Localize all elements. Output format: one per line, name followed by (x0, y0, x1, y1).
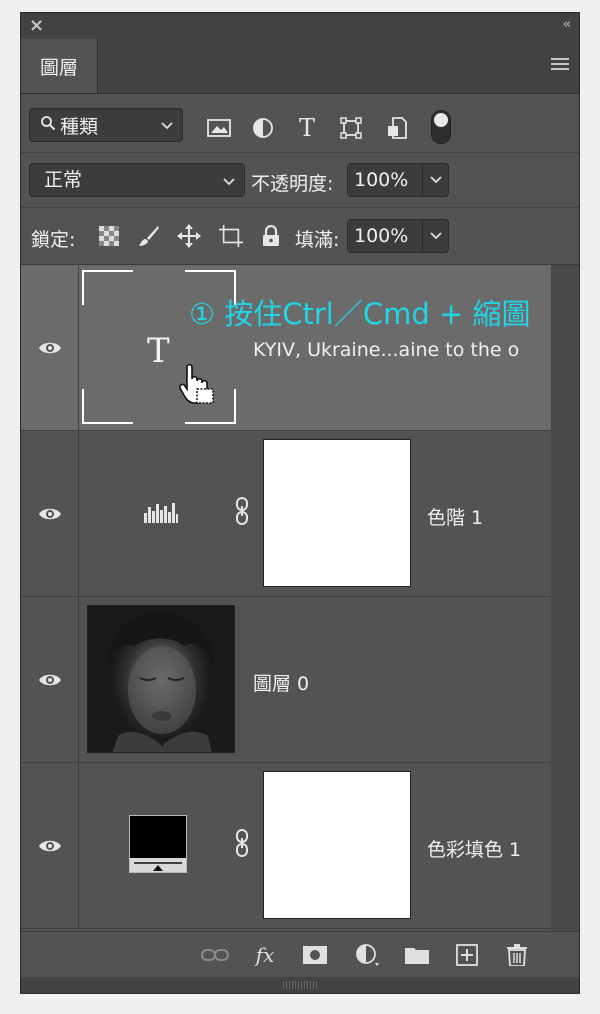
fill-input[interactable]: 100% (347, 219, 423, 253)
opacity-label: 不透明度: (251, 173, 334, 195)
layer-mask-thumbnail[interactable] (263, 439, 411, 587)
close-icon[interactable]: × (29, 15, 44, 36)
filter-toggle[interactable] (431, 110, 451, 144)
opacity-dropdown-button[interactable] (423, 163, 449, 197)
blend-mode-select[interactable]: 正常 (29, 163, 245, 197)
text-thumbnail-glyph: T (147, 331, 170, 371)
layers-scrollbar[interactable] (551, 265, 579, 931)
type-layer-filter-icon[interactable]: T (295, 114, 319, 142)
lock-position-move-icon[interactable] (177, 224, 201, 248)
new-adjustment-layer-icon[interactable] (353, 942, 381, 968)
lock-all-icon[interactable] (259, 224, 283, 248)
layer-row-levels[interactable]: 色階 1 (21, 431, 551, 597)
levels-histogram-icon[interactable] (143, 501, 179, 527)
blend-mode-value: 正常 (44, 169, 83, 191)
smart-object-filter-icon[interactable] (385, 116, 409, 140)
fx-icon[interactable]: fx (251, 942, 279, 968)
filter-row: 種類 T (21, 94, 579, 153)
layer-mask-thumbnail[interactable] (263, 771, 411, 919)
visibility-eye-icon[interactable] (21, 763, 79, 928)
fill-dropdown-button[interactable] (423, 219, 449, 253)
link-chain-icon[interactable] (235, 497, 249, 529)
layers-panel: × ‹‹ 圖層 種類 T 正常 不透明度: 100% 鎖定: 填滿: 100% … (20, 12, 580, 994)
tab-bar: 圖層 (21, 39, 579, 94)
visibility-eye-icon[interactable] (21, 431, 79, 596)
layer-row-photo[interactable]: 圖層 0 (21, 597, 551, 763)
fx-label: fx (255, 943, 275, 967)
layers-list: T KYIV, Ukraine...aine to the o ① 按住Ctrl… (21, 265, 551, 931)
lock-image-pixels-brush-icon[interactable] (137, 224, 161, 248)
layer-name[interactable]: 圖層 0 (253, 669, 309, 696)
blend-row: 正常 不透明度: 100% (21, 153, 579, 208)
photo-layer-thumbnail[interactable] (87, 605, 235, 753)
collapse-icon[interactable]: ‹‹ (563, 17, 572, 32)
shape-layer-filter-icon[interactable] (339, 116, 363, 140)
bottom-toolbar: fx (21, 931, 579, 978)
link-chain-icon[interactable] (235, 829, 249, 861)
visibility-eye-icon[interactable] (21, 265, 79, 430)
trash-icon[interactable] (503, 942, 531, 968)
kind-filter-select[interactable]: 種類 (29, 108, 183, 142)
lock-label: 鎖定: (31, 229, 76, 251)
chevron-down-icon (222, 170, 236, 202)
color-fill-thumbnail[interactable] (129, 815, 187, 873)
pixel-layer-filter-icon[interactable] (207, 116, 231, 140)
panel-resize-handle[interactable] (21, 977, 579, 993)
annotation-callout: ① 按住Ctrl／Cmd + 縮圖 (189, 297, 531, 331)
adjustment-layer-filter-icon[interactable] (251, 116, 275, 140)
panel-menu-icon[interactable] (551, 58, 569, 73)
add-mask-icon[interactable] (301, 942, 329, 968)
search-icon (40, 114, 56, 136)
lock-transparent-pixels-icon[interactable] (97, 224, 121, 248)
link-layers-icon[interactable] (201, 942, 229, 968)
layer-name[interactable]: KYIV, Ukraine...aine to the o (253, 339, 519, 361)
lock-row: 鎖定: 填滿: 100% (21, 208, 579, 265)
layer-name[interactable]: 色彩填色 1 (427, 835, 521, 862)
panel-titlebar: × ‹‹ (21, 13, 579, 39)
lock-artboard-icon[interactable] (219, 224, 243, 248)
kind-filter-label: 種類 (60, 115, 99, 138)
layer-name[interactable]: 色階 1 (427, 503, 483, 530)
fill-label: 填滿: (295, 229, 340, 251)
new-layer-icon[interactable] (453, 942, 481, 968)
layer-row-text[interactable]: T KYIV, Ukraine...aine to the o ① 按住Ctrl… (21, 265, 551, 431)
chevron-down-icon (160, 115, 174, 139)
opacity-input[interactable]: 100% (347, 163, 423, 197)
layer-row-color-fill[interactable]: 色彩填色 1 (21, 763, 551, 929)
hand-cursor-icon (179, 363, 219, 411)
tab-layers[interactable]: 圖層 (21, 39, 98, 93)
new-group-folder-icon[interactable] (403, 942, 431, 968)
visibility-eye-icon[interactable] (21, 597, 79, 762)
